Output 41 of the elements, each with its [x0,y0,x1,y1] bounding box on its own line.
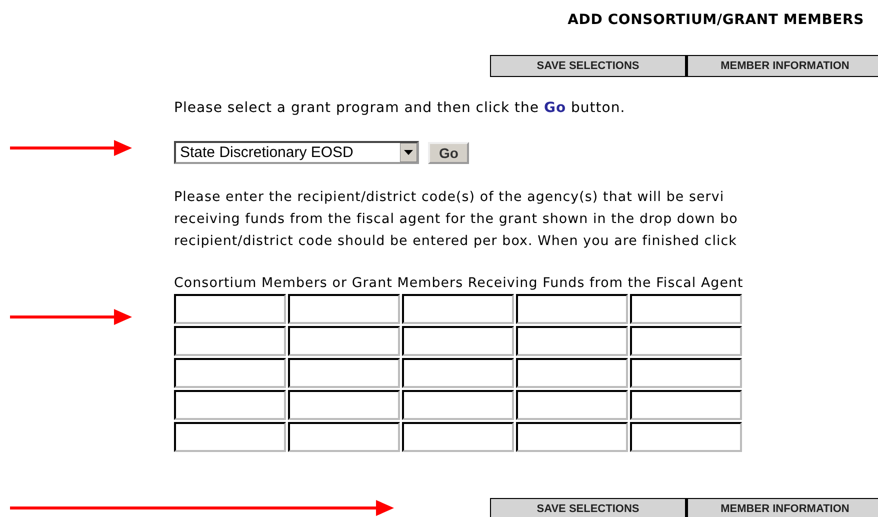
member-code-field[interactable] [174,422,286,452]
member-code-field[interactable] [630,294,742,324]
arrow-icon [10,140,132,156]
go-button[interactable]: Go [428,142,470,164]
nav-button[interactable]: SAVE SELECTIONS [490,55,687,77]
member-code-field[interactable] [402,326,514,356]
member-code-field[interactable] [402,358,514,388]
instruction-line: recipient/district code should be entered per box. When you are finished click [174,233,738,251]
member-code-field[interactable] [288,294,400,324]
member-code-field[interactable] [402,390,514,420]
member-code-field[interactable] [516,294,628,324]
instruction-text: Please select a grant program and then click the Go button. [174,100,626,116]
instruction-line: Please enter the recipient/district code(s) of the agency(s) that will be servi [174,189,726,207]
member-code-field[interactable] [174,390,286,420]
member-code-field[interactable] [630,390,742,420]
member-code-field[interactable] [516,358,628,388]
member-code-field[interactable] [516,390,628,420]
arrow-icon [10,309,132,325]
member-code-field[interactable] [174,358,286,388]
member-code-field[interactable] [174,326,286,356]
member-code-field[interactable] [630,326,742,356]
grant-program-dropdown[interactable]: State Discretionary EOSD [174,141,419,164]
page-title: ADD CONSORTIUM/GRANT MEMBERS [568,12,864,30]
member-code-field[interactable] [288,390,400,420]
member-code-field[interactable] [402,294,514,324]
caret-icon [400,143,417,162]
arrow-icon [10,500,394,516]
member-code-field[interactable] [288,326,400,356]
members-label: Consortium Members or Grant Members Receiving Funds from the Fiscal Agent [174,275,744,293]
instruction-line: receiving funds from the fiscal agent for the grant shown in the drop down bo [174,211,738,229]
nav-button[interactable]: MEMBER INFORMATION [687,55,878,77]
member-code-field[interactable] [174,294,286,324]
member-code-field[interactable] [516,422,628,452]
member-code-field[interactable] [630,422,742,452]
member-code-field[interactable] [402,422,514,452]
member-code-field[interactable] [288,358,400,388]
nav-button[interactable]: MEMBER INFORMATION [687,498,878,517]
member-code-field[interactable] [288,422,400,452]
member-code-field[interactable] [630,358,742,388]
nav-button[interactable]: SAVE SELECTIONS [490,498,687,517]
member-code-field[interactable] [516,326,628,356]
